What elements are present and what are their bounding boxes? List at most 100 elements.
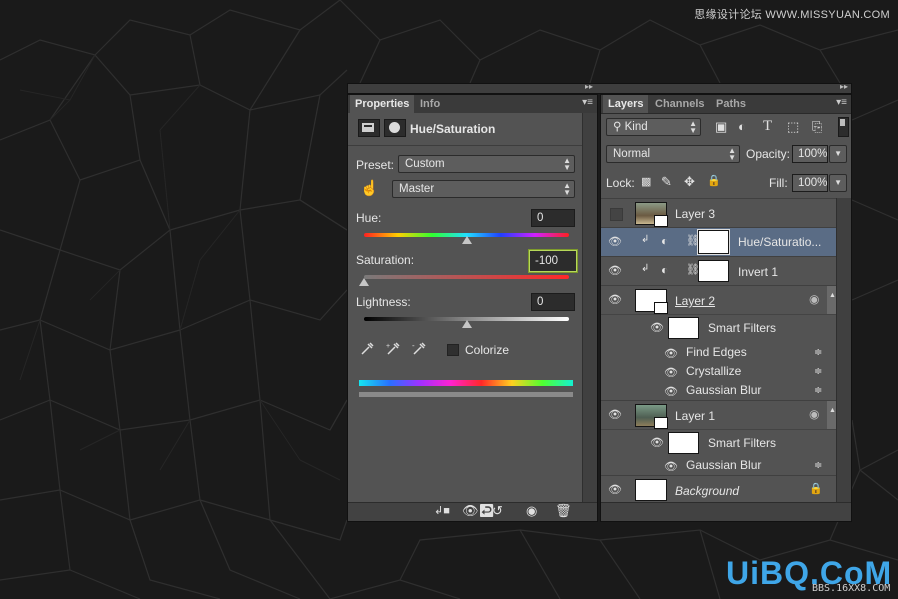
saturation-input[interactable]: -100 [529,250,577,272]
panel-menu-icon[interactable]: ▾≡ [836,97,847,108]
blend-options-icon[interactable]: ≑ [814,366,822,377]
lightness-label: Lightness: [356,295,411,309]
tab-layers[interactable]: Layers [603,95,649,113]
lock-position-icon[interactable]: ✥ [684,174,695,190]
saturation-slider-thumb[interactable] [359,278,369,286]
reset-icon[interactable]: ↺ [492,503,503,519]
filter-adjustment-icon[interactable]: ◐ [738,119,746,134]
targeted-adjustment-hand-icon[interactable]: ☝ [360,179,379,197]
eye-icon[interactable]: 👁 [608,295,622,306]
fill-dropdown[interactable]: ▼ [829,174,847,192]
collapse-left-icon[interactable]: ▸▸ [585,82,593,91]
hue-slider-thumb[interactable] [461,236,472,244]
eye-icon[interactable]: 👁 [664,387,678,398]
properties-panel: Properties Info ▾≡ Hue/Saturation Preset… [347,94,598,522]
lightness-slider-thumb[interactable] [461,320,472,328]
smart-filter-mask-thumbnail[interactable] [668,432,699,454]
eye-icon[interactable]: 👁 [650,438,664,449]
preset-value: Custom [405,158,445,170]
eye-icon[interactable]: 👁 [608,266,622,277]
hue-input[interactable]: 0 [531,209,575,227]
layer-name[interactable]: Layer 2 [675,294,715,308]
layer-name[interactable]: Layer 1 [675,409,715,423]
blend-options-icon[interactable]: ≑ [814,347,822,358]
tab-paths[interactable]: Paths [711,95,751,113]
tab-channels[interactable]: Channels [650,95,710,113]
smart-filter-mask-thumbnail[interactable] [668,317,699,339]
clip-to-layer-icon[interactable]: ↲■ [434,504,450,517]
preset-dropdown[interactable]: Custom ▲ ▼ [398,155,575,173]
tab-info[interactable]: Info [415,95,445,113]
blend-mode-dropdown[interactable]: Normal ▲ ▼ [606,145,740,163]
channel-value: Master [399,183,435,195]
properties-scrollbar[interactable] [582,113,597,503]
layer-name[interactable]: Hue/Saturatio... [738,235,821,249]
layer-mask-thumbnail[interactable] [698,230,729,254]
filter-kind-dropdown[interactable]: ⚲ Kind ▲ ▼ [606,118,701,136]
tab-properties[interactable]: Properties [350,95,415,113]
lock-image-icon[interactable]: ✎ [661,174,672,190]
opacity-dropdown[interactable]: ▼ [829,145,847,163]
blend-options-icon[interactable]: ≑ [814,460,822,471]
layer-row[interactable]: Layer 3 [601,198,837,228]
panel-dock-bar: ▸▸ ▸▸ [347,82,852,94]
layers-tabbar: Layers Channels Paths ▾≡ [601,95,851,114]
watermark-top: 思缘设计论坛 WWW.MISSYUAN.COM [694,9,890,21]
filter-name[interactable]: Crystallize [686,364,741,378]
layer-mask-thumbnail[interactable] [698,260,729,282]
visibility-icon[interactable]: ◉ [526,503,537,519]
eye-icon[interactable]: 👁 [650,323,664,334]
filter-type-icon[interactable]: T [763,118,772,135]
chevron-updown-icon: ▲ ▼ [563,181,571,197]
smart-filter-icon: ◉ [809,292,820,306]
eyedropper-icon[interactable] [360,340,376,356]
filter-name[interactable]: Gaussian Blur [686,383,761,397]
fill-input[interactable]: 100% [792,174,828,192]
eye-icon[interactable]: 👁 [608,237,622,248]
hue-label: Hue: [356,211,382,225]
colorize-checkbox[interactable] [447,344,459,356]
filter-smartobject-icon[interactable]: ⎘ [812,119,822,135]
layer-row[interactable]: 👁 ↲ ◐ ⛓ Invert 1 [601,257,837,286]
filter-toggle-switch[interactable] [838,117,849,137]
filter-name[interactable]: Find Edges [686,345,747,359]
eyedropper-plus-icon[interactable]: + [386,340,402,356]
channel-dropdown[interactable]: Master ▲ ▼ [392,180,575,198]
chevron-updown-icon: ▲ ▼ [689,119,697,135]
layer-row-selected[interactable]: 👁 ↲ ◐ ⛓ Hue/Saturatio... [601,228,837,257]
lock-all-icon[interactable]: 🔒 [707,174,721,187]
eye-icon[interactable]: 👁 [664,368,678,379]
eyedropper-minus-icon[interactable]: - [412,340,428,356]
saturation-slider-track[interactable] [364,275,569,279]
panel-menu-icon[interactable]: ▾≡ [582,97,593,108]
blend-options-icon[interactable]: ≑ [814,385,822,396]
filter-shape-icon[interactable]: ⬚ [787,119,799,135]
eye-icon[interactable]: 👁 [608,485,622,496]
properties-body: Hue/Saturation Preset: Custom ▲ ▼ ☝ Maste… [348,113,583,503]
lightness-input[interactable]: 0 [531,293,575,311]
collapse-right-icon[interactable]: ▸▸ [840,82,848,91]
opacity-input[interactable]: 100% [792,145,828,163]
properties-tabbar: Properties Info ▾≡ [348,95,597,114]
layer-name[interactable]: Background [675,484,739,498]
filter-pixel-icon[interactable]: ▣ [715,119,727,135]
layer-name[interactable]: Invert 1 [738,265,778,279]
smart-object-badge-icon [654,302,668,314]
mask-icon[interactable] [384,119,406,137]
eye-icon[interactable]: 👁 [608,410,622,421]
visibility-toggle-off[interactable] [610,208,623,221]
filter-name[interactable]: Gaussian Blur [686,458,761,472]
eye-icon[interactable]: 👁 [664,349,678,360]
lock-label: Lock: [606,176,635,190]
lock-transparent-icon[interactable]: ▩ [641,175,651,188]
adjustment-circle-icon: ◐ [661,263,669,277]
view-previous-icon[interactable]: 👁↩ [462,503,495,519]
opacity-label: Opacity: [746,147,791,161]
adjustment-circle-icon: ◐ [661,234,669,248]
layer-row[interactable]: 👁 Background 🔒 [601,476,837,505]
layers-scrollbar[interactable] [836,198,851,503]
chevron-updown-icon: ▲ ▼ [563,156,571,172]
eye-icon[interactable]: 👁 [664,462,678,473]
trash-icon[interactable]: 🗑 [555,503,572,519]
layer-name[interactable]: Layer 3 [675,207,715,221]
